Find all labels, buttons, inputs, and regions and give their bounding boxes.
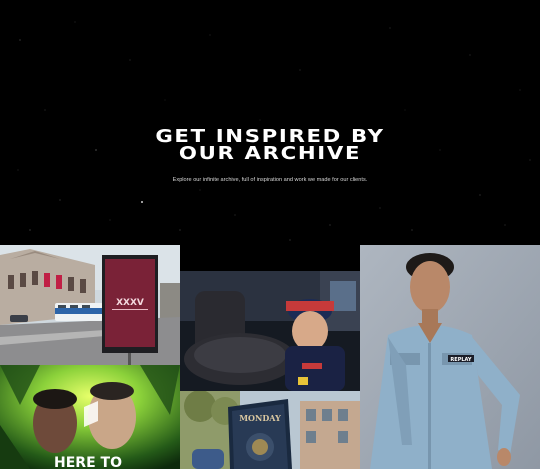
tram-street-image: XXXV [0,245,180,365]
street-poster-image: MONDAY [180,391,360,469]
racing-driver-image [180,271,360,391]
jungle-headline: HERE TO [54,455,122,469]
billboard-text: XXXV [116,298,144,308]
replay-model-image: REPLAY [360,245,540,469]
jungle-portrait-image: HERE TO [0,365,180,469]
archive-hero-section: GET INSPIRED BY OUR ARCHIVE Explore our … [0,0,540,469]
tile-street-poster[interactable]: MONDAY [180,391,360,469]
replay-badge-text: REPLAY [450,357,472,363]
tile-replay-model[interactable]: REPLAY [360,245,540,469]
tile-jungle-portrait[interactable]: HERE TO [0,365,180,469]
tile-racing-driver[interactable] [180,271,360,391]
tile-amsterdam-tram[interactable]: XXXV [0,245,180,365]
poster-text: MONDAY [239,413,281,423]
archive-grid: XXXV REPLAY HERE TO MONDAY [0,0,540,469]
